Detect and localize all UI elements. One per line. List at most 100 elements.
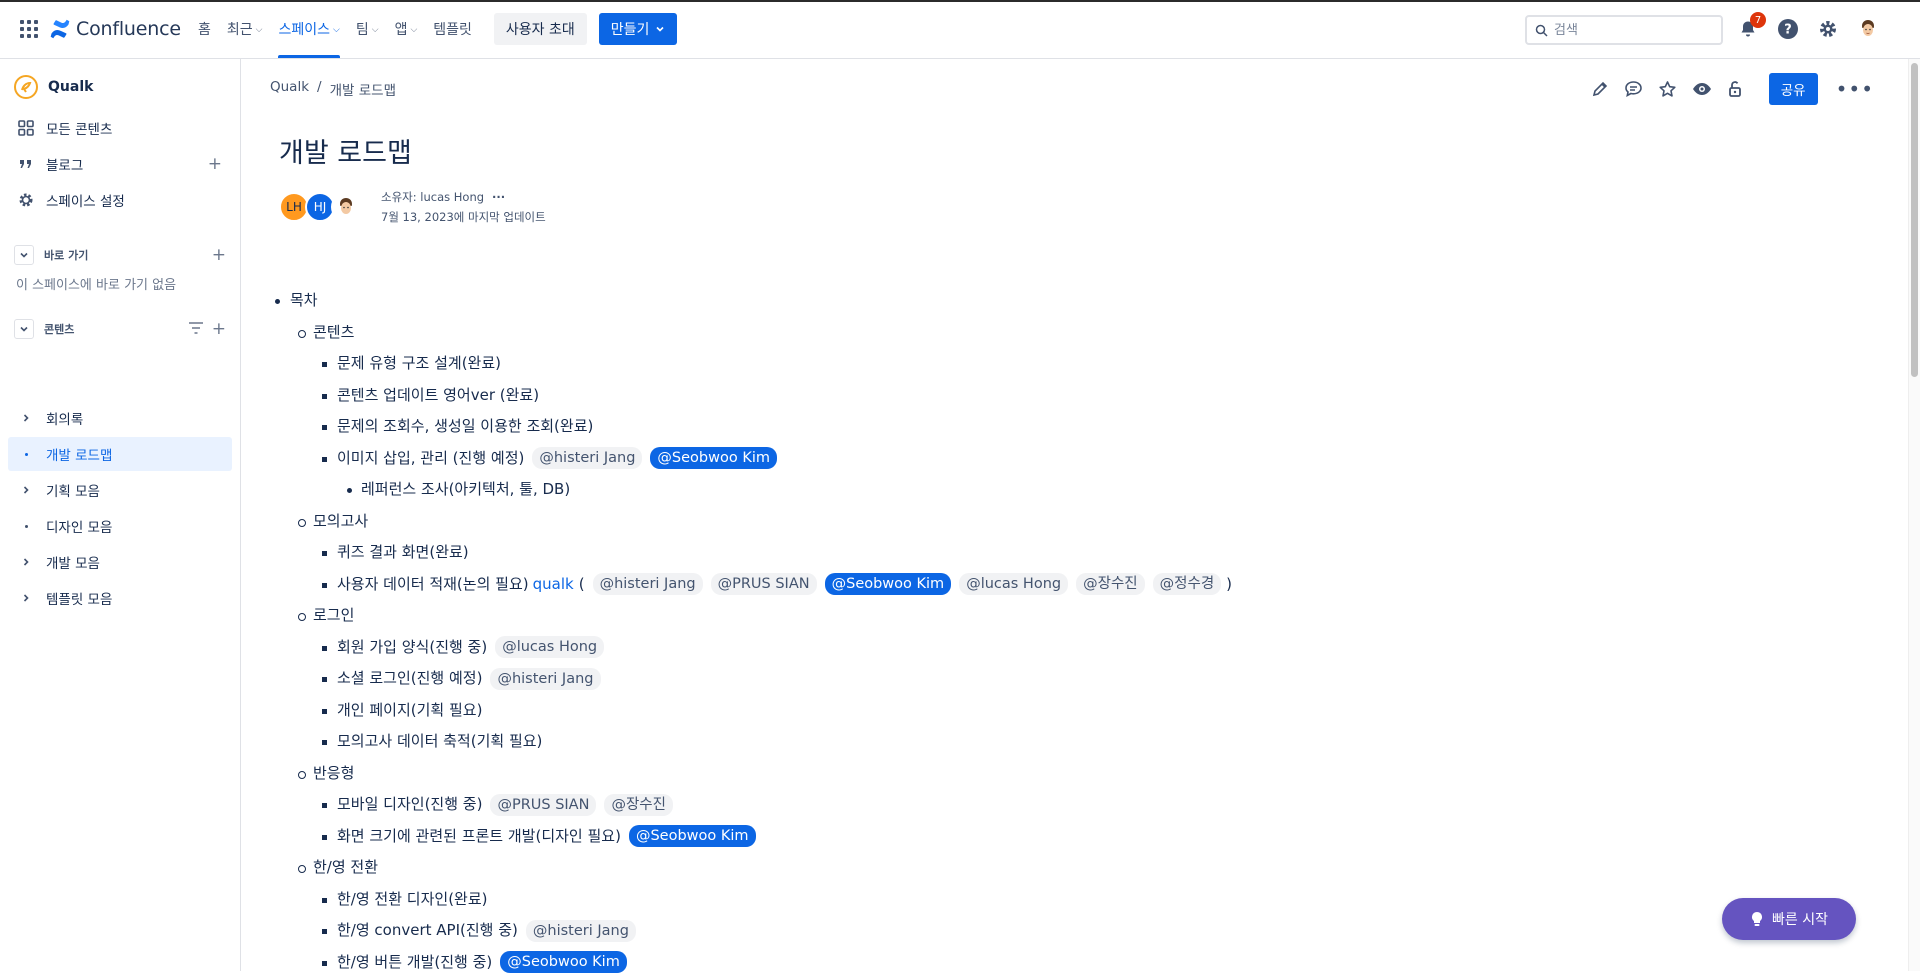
- avatar[interactable]: [1855, 16, 1881, 42]
- star-icon[interactable]: [1657, 78, 1679, 100]
- bullet-dot-icon[interactable]: [18, 525, 34, 528]
- nav-recent[interactable]: 최근⌵: [219, 0, 271, 58]
- user-mention[interactable]: @PRUS SIAN: [711, 573, 817, 595]
- add-shortcut-icon[interactable]: +: [212, 245, 226, 265]
- create-button-label: 만들기: [611, 19, 650, 39]
- filter-icon[interactable]: [188, 321, 204, 335]
- sidebar-tree-item[interactable]: 개발 로드맵: [8, 437, 232, 471]
- confluence-logo[interactable]: Confluence: [50, 18, 181, 40]
- inline-link[interactable]: qualk: [533, 569, 574, 601]
- sidebar-tree-item-label: 템플릿 모음: [46, 588, 112, 608]
- sidebar-item-blog[interactable]: 블로그 +: [8, 147, 232, 181]
- chevron-down-icon: [655, 24, 665, 34]
- more-actions-icon[interactable]: •••: [1836, 77, 1874, 101]
- comment-icon[interactable]: [1623, 78, 1645, 100]
- add-blog-icon[interactable]: +: [208, 154, 222, 174]
- chevron-down-icon: ⌵: [333, 25, 340, 35]
- search-input[interactable]: [1554, 23, 1704, 38]
- sidebar-tree-item[interactable]: 템플릿 모음: [8, 581, 232, 615]
- user-mention[interactable]: @장수진: [1076, 573, 1145, 595]
- search-icon: [1535, 24, 1548, 37]
- user-mention[interactable]: @Seobwoo Kim: [650, 447, 777, 469]
- user-mention[interactable]: @lucas Hong: [495, 636, 604, 658]
- user-mention[interactable]: @Seobwoo Kim: [825, 573, 952, 595]
- user-mention[interactable]: @정수경: [1153, 573, 1222, 595]
- scrollbar-thumb[interactable]: [1911, 63, 1918, 377]
- list-item: 레퍼런스 조사(아키텍처, 툴, DB): [290, 474, 1232, 506]
- bullet-dot-icon[interactable]: [18, 453, 34, 456]
- sidebar-item-all-content[interactable]: 모든 콘텐츠: [8, 111, 232, 145]
- list-item-text: 문제의 조회수, 생성일 이용한 조회(완료): [337, 411, 593, 443]
- user-mention[interactable]: @lucas Hong: [959, 573, 1068, 595]
- user-mention[interactable]: @histeri Jang: [532, 447, 642, 469]
- breadcrumb-page-link[interactable]: 개발 로드맵: [330, 79, 396, 99]
- breadcrumb-space-link[interactable]: Qualk: [270, 79, 309, 99]
- sidebar-tree-item-label: 디자인 모음: [46, 516, 112, 536]
- page-body: 목차콘텐츠문제 유형 구조 설계(완료)콘텐츠 업데이트 영어ver (완료)문…: [290, 285, 1232, 978]
- edit-icon[interactable]: [1589, 78, 1611, 100]
- sidebar-item-space-settings[interactable]: 스페이스 설정: [8, 183, 232, 217]
- help-button[interactable]: ?: [1775, 16, 1801, 42]
- sidebar-tree-item[interactable]: 회의록: [8, 401, 232, 435]
- chevron-down-icon[interactable]: [14, 245, 34, 265]
- quick-start-button[interactable]: 빠른 시작: [1722, 898, 1856, 940]
- breadcrumb-separator: /: [317, 79, 322, 99]
- chevron-right-icon[interactable]: [18, 557, 34, 567]
- nav-teams[interactable]: 팀⌵: [348, 0, 387, 58]
- nav-spaces-label: 스페이스: [278, 19, 330, 39]
- user-mention[interactable]: @PRUS SIAN: [490, 794, 596, 816]
- user-mention[interactable]: @Seobwoo Kim: [500, 951, 627, 973]
- list-item-text: 모의고사 데이터 축적(기획 필요): [337, 726, 542, 758]
- user-mention[interactable]: @histeri Jang: [593, 573, 703, 595]
- watch-icon[interactable]: [1691, 78, 1713, 100]
- chevron-right-icon[interactable]: [18, 413, 34, 423]
- page-scrollbar[interactable]: [1908, 59, 1920, 971]
- create-button[interactable]: 만들기: [599, 13, 678, 45]
- owner-text: 소유자: lucas Hong: [381, 190, 484, 204]
- nav-templates[interactable]: 템플릿: [425, 0, 480, 58]
- shortcuts-section-header[interactable]: 바로 가기 +: [14, 244, 226, 266]
- user-mention[interactable]: @장수진: [604, 794, 673, 816]
- content-section-header[interactable]: 콘텐츠 +: [14, 318, 226, 340]
- avatar[interactable]: [331, 192, 361, 222]
- space-sidebar: Qualk 모든 콘텐츠 블로그 + 스페이스 설정 바로 가기 + 이 스페이…: [0, 59, 241, 971]
- chevron-right-icon[interactable]: [18, 485, 34, 495]
- list-item-text: 레퍼런스 조사(아키텍처, 툴, DB): [361, 474, 570, 506]
- sidebar-tree-item[interactable]: 디자인 모음: [8, 509, 232, 543]
- add-content-icon[interactable]: +: [212, 319, 226, 339]
- sidebar-tree-item[interactable]: 개발 모음: [8, 545, 232, 579]
- user-mention[interactable]: @Seobwoo Kim: [629, 825, 756, 847]
- list-item: 화면 크기에 관련된 프론트 개발(디자인 필요)@Seobwoo Kim: [290, 821, 1232, 853]
- space-header[interactable]: Qualk: [14, 75, 93, 99]
- list-item: 모의고사: [290, 506, 1232, 538]
- settings-button[interactable]: [1815, 16, 1841, 42]
- restrictions-lock-icon[interactable]: [1725, 78, 1747, 100]
- chevron-down-icon: ⌵: [372, 25, 379, 35]
- outline-list: 목차콘텐츠문제 유형 구조 설계(완료)콘텐츠 업데이트 영어ver (완료)문…: [290, 285, 1232, 978]
- share-button[interactable]: 공유: [1769, 73, 1818, 105]
- search-box[interactable]: [1525, 15, 1723, 45]
- notifications-button[interactable]: 7: [1735, 16, 1761, 42]
- user-mention[interactable]: @histeri Jang: [526, 920, 636, 942]
- nav-spaces[interactable]: 스페이스⌵: [270, 0, 347, 58]
- sidebar-tree-item[interactable]: 기획 모음: [8, 473, 232, 507]
- byline-more-icon[interactable]: ···: [492, 190, 505, 204]
- list-item-text: 한/영 전환 디자인(완료): [337, 884, 488, 916]
- shortcuts-empty-text: 이 스페이스에 바로 가기 없음: [16, 274, 176, 293]
- breadcrumb: Qualk / 개발 로드맵: [270, 79, 396, 99]
- invite-people-button[interactable]: 사용자 초대: [494, 13, 587, 45]
- chevron-right-icon[interactable]: [18, 593, 34, 603]
- list-item-text: 콘텐츠: [313, 317, 354, 349]
- user-avatar-icon: [1856, 17, 1880, 41]
- list-item: 사용자 데이터 적재(논의 필요)qualk(@histeri Jang@PRU…: [290, 569, 1232, 601]
- user-mention[interactable]: @histeri Jang: [490, 668, 600, 690]
- sidebar-tree-item-label: 회의록: [46, 408, 83, 428]
- nav-home[interactable]: 홈: [190, 0, 219, 58]
- app-switcher-icon[interactable]: [20, 20, 38, 38]
- nav-apps[interactable]: 앱⌵: [387, 0, 426, 58]
- list-item: 모의고사 데이터 축적(기획 필요): [290, 726, 1232, 758]
- chevron-down-icon[interactable]: [14, 319, 34, 339]
- sidebar-item-label: 블로그: [46, 154, 83, 174]
- list-item-text: 소셜 로그인(진행 예정): [337, 663, 482, 695]
- list-item-text: 한/영 전환: [313, 852, 378, 884]
